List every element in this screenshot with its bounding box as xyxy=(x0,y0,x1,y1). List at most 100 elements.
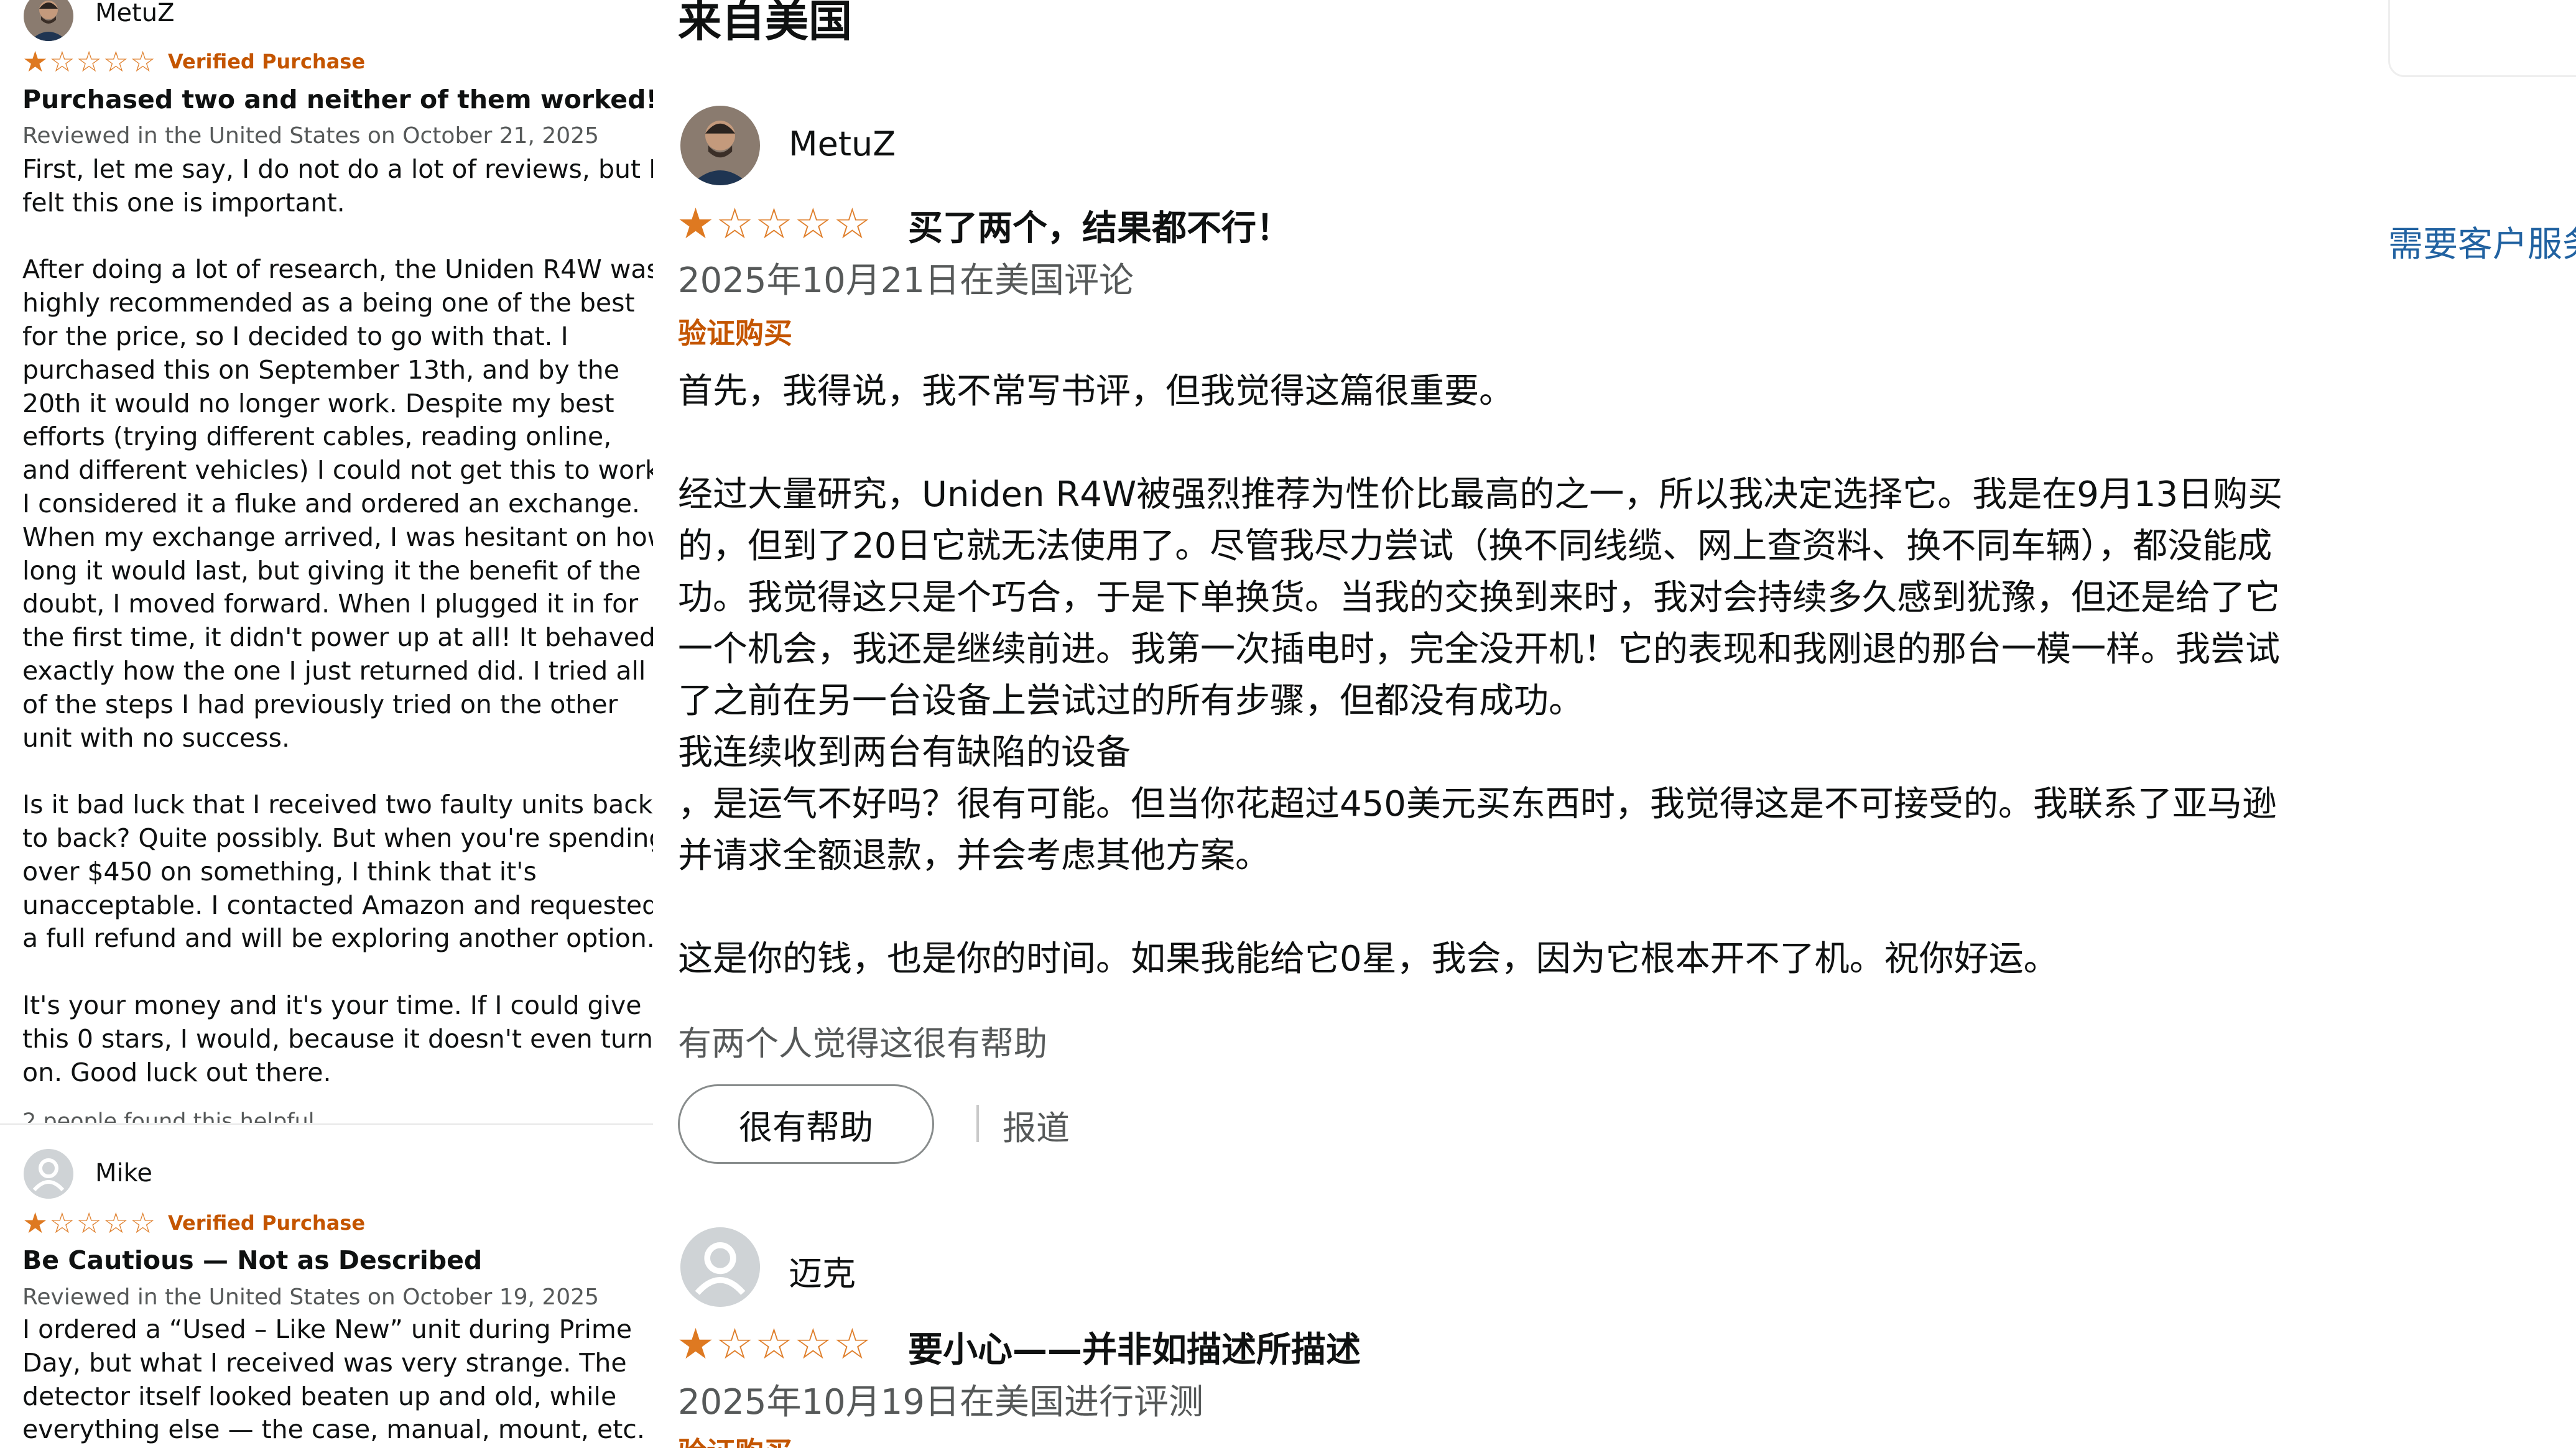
star-rating: ★ ☆ ☆ ☆ ☆ xyxy=(677,203,871,246)
side-widget-box[interactable] xyxy=(2388,0,2576,77)
empty-star-icon: ☆ xyxy=(715,1320,754,1369)
review-body-line: unacceptable. I contacted Amazon and req… xyxy=(22,890,653,920)
review-date: Reviewed in the United States on October… xyxy=(22,123,599,149)
review-body-line xyxy=(22,956,653,989)
review-body-line: long it would last, but giving it the be… xyxy=(22,555,641,586)
review-title[interactable]: Purchased two and neither of them worked… xyxy=(22,85,653,114)
reviewer-avatar[interactable] xyxy=(680,106,760,185)
review-body-line: 功。我觉得这只是个巧合，于是下单换货。当我的交换到来时，我对会持续多久感到犹豫，… xyxy=(678,578,2280,618)
review-body-line xyxy=(678,417,2282,469)
reviewer-name[interactable]: 迈克 xyxy=(789,1246,856,1295)
review-body-line: the first time, it didn't power up at al… xyxy=(22,622,653,653)
review-date: 2025年10月21日在美国评论 xyxy=(678,261,1134,301)
review-body-line: exactly how the one I just returned did.… xyxy=(22,655,646,686)
reviewer-avatar[interactable] xyxy=(24,0,73,41)
translated-reviews-panel: 来自美国 需要客户服务 MetuZ ★ ☆ ☆ ☆ ☆ 买了两个，结果都不行！ … xyxy=(653,0,2576,1448)
star-rating: ★ ☆ ☆ ☆ ☆ xyxy=(22,1207,155,1238)
empty-star-icon: ☆ xyxy=(76,45,102,78)
review-body-line: detector itself looked beaten up and old… xyxy=(22,1381,617,1411)
empty-star-icon: ☆ xyxy=(754,200,793,249)
empty-star-icon: ☆ xyxy=(754,1320,793,1369)
review-body-line: highly recommended as a being one of the… xyxy=(22,288,635,318)
review-body-line: felt this one is important. xyxy=(22,187,345,218)
reviewer-name[interactable]: MetuZ xyxy=(95,0,175,27)
verified-purchase-badge: Verified Purchase xyxy=(168,1211,366,1235)
review-body-line: 并请求全额退款，并会考虑其他方案。 xyxy=(678,836,1270,876)
review-body-line: Is it bad luck that I received two fault… xyxy=(22,790,653,820)
empty-star-icon: ☆ xyxy=(715,200,754,249)
review-body-line: When my exchange arrived, I was hesitant… xyxy=(22,522,653,552)
review-body-line xyxy=(22,755,653,788)
star-rating: ★ ☆ ☆ ☆ ☆ xyxy=(22,46,155,77)
customer-service-link[interactable]: 需要客户服务 xyxy=(2388,216,2576,267)
report-link[interactable]: 报道 xyxy=(1003,1100,1070,1150)
verified-clip: 验证购买 xyxy=(678,1430,792,1448)
verified-purchase-badge: 验证购买 xyxy=(678,1430,792,1448)
empty-star-icon: ☆ xyxy=(833,200,871,249)
reviewer-name[interactable]: Mike xyxy=(95,1159,152,1187)
helpful-button[interactable]: 很有帮助 xyxy=(678,1084,934,1164)
review-body-line: a full refund and will be exploring anot… xyxy=(22,923,653,954)
review-body-line xyxy=(22,220,653,254)
found-helpful-text: 2 people found this helpful xyxy=(22,1109,315,1123)
review-body-line: It's your money and it's your time. If I… xyxy=(22,990,642,1020)
review-divider xyxy=(0,1123,653,1125)
review-body-line: 首先，我得说，我不常写书评，但我觉得这篇很重要。 xyxy=(678,371,1514,412)
review-body-line: over $450 on something, I think that it'… xyxy=(22,856,537,887)
review-body-line: this 0 stars, I would, because it doesn'… xyxy=(22,1023,653,1054)
empty-star-icon: ☆ xyxy=(76,1206,102,1240)
found-helpful-text: 有两个人觉得这很有帮助 xyxy=(678,1024,1047,1063)
review-body-line: 了之前在另一台设备上尝试过的所有步骤，但都没有成功。 xyxy=(678,681,1583,721)
star-rating: ★ ☆ ☆ ☆ ☆ xyxy=(677,1323,871,1367)
review-body: First, let me say, I do not do a lot of … xyxy=(22,153,653,1089)
review-body: I ordered a “Used – Like New” unit durin… xyxy=(22,1313,645,1447)
review-body-line: unit with no success. xyxy=(22,722,290,753)
review-date: Reviewed in the United States on October… xyxy=(22,1284,599,1310)
default-user-avatar-icon xyxy=(680,1227,760,1307)
verified-purchase-badge: 验证购买 xyxy=(678,316,792,350)
review-body-line: Day, but what I received was very strang… xyxy=(22,1347,627,1378)
review-body-line: 20th it would no longer work. Despite my… xyxy=(22,388,614,418)
review-body-line: 一个机会，我还是继续前进。我第一次插电时，完全没开机！它的表现和我刚退的那台一模… xyxy=(678,629,2280,670)
filled-star-icon: ★ xyxy=(677,200,715,249)
review-date: 2025年10月19日在美国进行评测 xyxy=(678,1382,1204,1423)
section-heading: 来自美国 xyxy=(678,0,852,47)
reviewer-name[interactable]: MetuZ xyxy=(789,124,896,164)
review-body-line: I considered it a fluke and ordered an e… xyxy=(22,488,640,519)
empty-star-icon: ☆ xyxy=(794,200,832,249)
review-body-line: doubt, I moved forward. When I plugged i… xyxy=(22,589,639,619)
filled-star-icon: ★ xyxy=(677,1320,715,1369)
review-body-line: I ordered a “Used – Like New” unit durin… xyxy=(22,1314,632,1344)
review-body-line: and different vehicles) I could not get … xyxy=(22,455,653,486)
review-body-line: 这是你的钱，也是你的时间。如果我能给它0星，我会，因为它根本开不了机。祝你好运。 xyxy=(678,939,2059,979)
empty-star-icon: ☆ xyxy=(833,1320,871,1369)
review-title[interactable]: 买了两个，结果都不行！ xyxy=(908,200,1291,251)
review-body-line: to back? Quite possibly. But when you're… xyxy=(22,823,653,853)
default-user-avatar-icon xyxy=(24,1149,73,1199)
review-body-line: ，是运气不好吗？很有可能。但当你花超过450美元买东西时，我觉得这是不可接受的。… xyxy=(678,784,2277,824)
empty-star-icon: ☆ xyxy=(49,1206,75,1240)
review-body-line: on. Good luck out there. xyxy=(22,1057,331,1087)
filled-star-icon: ★ xyxy=(22,1206,49,1240)
review-body-line: First, let me say, I do not do a lot of … xyxy=(22,154,653,184)
review-title[interactable]: 要小心——并非如描述所描述 xyxy=(908,1322,1361,1372)
review-title[interactable]: Be Cautious — Not as Described xyxy=(22,1245,482,1275)
empty-star-icon: ☆ xyxy=(130,45,156,78)
review-body-line: everything else — the case, manual, moun… xyxy=(22,1414,645,1445)
review-body-line: 的，但到了20日它就无法使用了。尽管我尽力尝试（换不同线缆、网上查资料、换不同车… xyxy=(678,526,2273,566)
empty-star-icon: ☆ xyxy=(49,45,75,78)
empty-star-icon: ☆ xyxy=(130,1206,156,1240)
verified-purchase-badge: Verified Purchase xyxy=(168,50,366,73)
filled-star-icon: ★ xyxy=(22,45,49,78)
review-body-line: purchased this on September 13th, and by… xyxy=(22,354,619,385)
empty-star-icon: ☆ xyxy=(103,45,129,78)
found-helpful-clip: 2 people found this helpful xyxy=(22,1109,314,1123)
review-body-line: After doing a lot of research, the Unide… xyxy=(22,254,653,285)
reviewer-avatar[interactable] xyxy=(24,1149,73,1199)
vertical-separator xyxy=(976,1105,979,1142)
review-body-line: of the steps I had previously tried on t… xyxy=(22,689,618,719)
review-body-line: efforts (trying different cables, readin… xyxy=(22,422,612,452)
empty-star-icon: ☆ xyxy=(103,1206,129,1240)
reviewer-avatar[interactable] xyxy=(680,1227,760,1307)
review-body-line: for the price, so I decided to go with t… xyxy=(22,321,568,351)
